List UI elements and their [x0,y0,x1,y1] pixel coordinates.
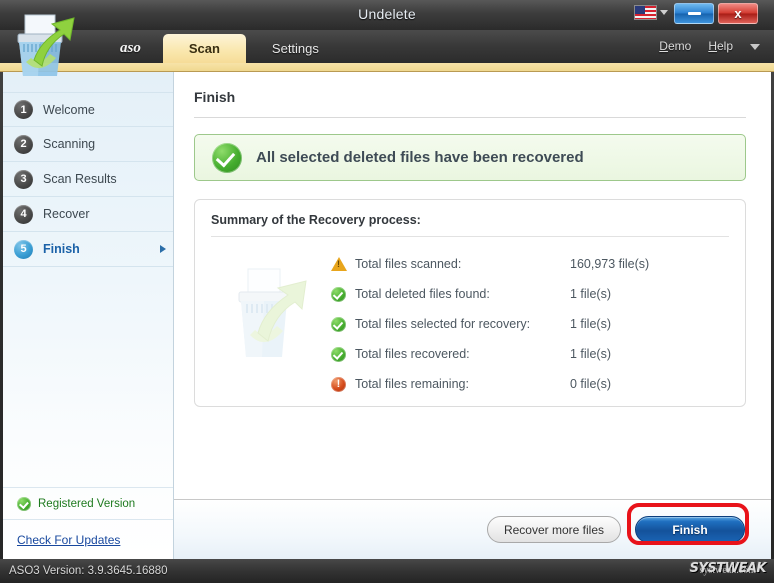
help-accelerator: H [708,39,717,53]
tab-scan[interactable]: Scan [163,34,246,63]
application-window: Undelete x aso Scan Settings Demo Help [0,0,774,583]
version-label: ASO3 Version: 3.9.3645.16880 [0,565,168,577]
stat-label: Total files remaining: [355,377,570,391]
shredder-watermark-icon [225,263,317,363]
summary-body: Total files scanned: 160,973 file(s) Tot… [211,245,729,399]
stat-value: 1 file(s) [570,287,611,301]
button-bar: Recover more files Finish [174,499,771,559]
stat-icon-cell [331,347,355,362]
step-number-3: 3 [14,170,33,189]
step-number-4: 4 [14,205,33,224]
step-number-2: 2 [14,135,33,154]
stat-value: 160,973 file(s) [570,257,649,271]
check-icon [331,287,346,302]
registered-status: Registered Version [3,487,173,519]
stat-icon-cell [331,287,355,302]
tab-strip: aso Scan Settings [98,34,345,63]
title-bar: Undelete x [0,0,774,30]
accent-strip [0,63,774,72]
stat-icon-cell [331,257,355,271]
check-updates-link[interactable]: Check For Updates [17,533,120,547]
stat-row: Total files remaining: 0 file(s) [331,369,729,399]
sidebar-item-finish[interactable]: 5 Finish [3,232,173,267]
stat-icon-cell [331,317,355,332]
recover-more-files-button[interactable]: Recover more files [487,516,621,543]
summary-stats: Total files scanned: 160,973 file(s) Tot… [331,245,729,399]
demo-link[interactable]: Demo [659,39,691,53]
summary-panel: Summary of the Recovery process: [194,199,746,407]
help-link[interactable]: Help [708,39,733,53]
stat-label: Total files selected for recovery: [355,317,570,331]
stat-label: Total files recovered: [355,347,570,361]
sidebar-item-label: Scanning [43,137,95,151]
menu-right-group: Demo Help [659,39,760,53]
stat-value: 1 file(s) [570,317,611,331]
tab-settings[interactable]: Settings [246,34,345,63]
title-divider [194,117,746,118]
warning-icon [331,257,347,271]
sidebar-item-welcome[interactable]: 1 Welcome [3,92,173,127]
error-icon [331,377,346,392]
systweak-url-watermark: systweak.com [700,565,756,576]
check-icon [212,143,242,173]
check-icon [331,347,346,362]
close-icon: x [734,6,741,21]
success-banner: All selected deleted files have been rec… [194,134,746,181]
stat-icon-cell [331,377,355,392]
stat-row: Total deleted files found: 1 file(s) [331,279,729,309]
step-number-5: 5 [14,240,33,259]
body-area: 1 Welcome 2 Scanning 3 Scan Results 4 Re… [3,72,771,559]
minimize-icon [688,12,701,15]
summary-logo-area [211,245,331,399]
summary-divider [211,236,729,237]
step-list: 1 Welcome 2 Scanning 3 Scan Results 4 Re… [3,72,173,267]
stat-label: Total deleted files found: [355,287,570,301]
sidebar-spacer [3,267,173,487]
sidebar-item-label: Welcome [43,103,95,117]
stat-value: 1 file(s) [570,347,611,361]
sidebar-item-label: Finish [43,242,80,256]
brand-label: aso [98,34,163,63]
demo-accelerator: D [659,39,668,53]
check-updates-row[interactable]: Check For Updates [3,519,173,559]
sidebar-item-scan-results[interactable]: 3 Scan Results [3,162,173,197]
sidebar-item-scanning[interactable]: 2 Scanning [3,127,173,162]
us-flag-icon [634,5,657,20]
stat-row: Total files selected for recovery: 1 fil… [331,309,729,339]
summary-panel-title: Summary of the Recovery process: [211,213,729,227]
sidebar-item-label: Recover [43,207,90,221]
registered-label: Registered Version [38,498,135,510]
stat-value: 0 file(s) [570,377,611,391]
main-inner: Finish All selected deleted files have b… [174,72,771,499]
sidebar-item-recover[interactable]: 4 Recover [3,197,173,232]
check-icon [17,497,31,511]
menu-bar: aso Scan Settings Demo Help [0,30,774,63]
language-selector[interactable] [634,5,668,20]
chevron-down-icon [660,10,668,15]
stat-row: Total files recovered: 1 file(s) [331,339,729,369]
finish-button[interactable]: Finish [635,516,745,543]
success-banner-text: All selected deleted files have been rec… [256,149,584,166]
status-bar: ASO3 Version: 3.9.3645.16880 SYSTWEAK sy… [0,559,774,583]
step-number-1: 1 [14,100,33,119]
help-label: elp [717,39,733,53]
main-content: Finish All selected deleted files have b… [174,72,771,559]
page-title: Finish [194,89,746,105]
demo-label: emo [668,39,691,53]
chevron-down-icon[interactable] [750,44,760,50]
chevron-right-icon [160,245,166,253]
app-logo-icon [4,14,94,78]
stat-label: Total files scanned: [355,257,570,271]
close-button[interactable]: x [718,3,758,24]
minimize-button[interactable] [674,3,714,24]
sidebar: 1 Welcome 2 Scanning 3 Scan Results 4 Re… [3,72,174,559]
check-icon [331,317,346,332]
sidebar-item-label: Scan Results [43,172,117,186]
stat-row: Total files scanned: 160,973 file(s) [331,249,729,279]
